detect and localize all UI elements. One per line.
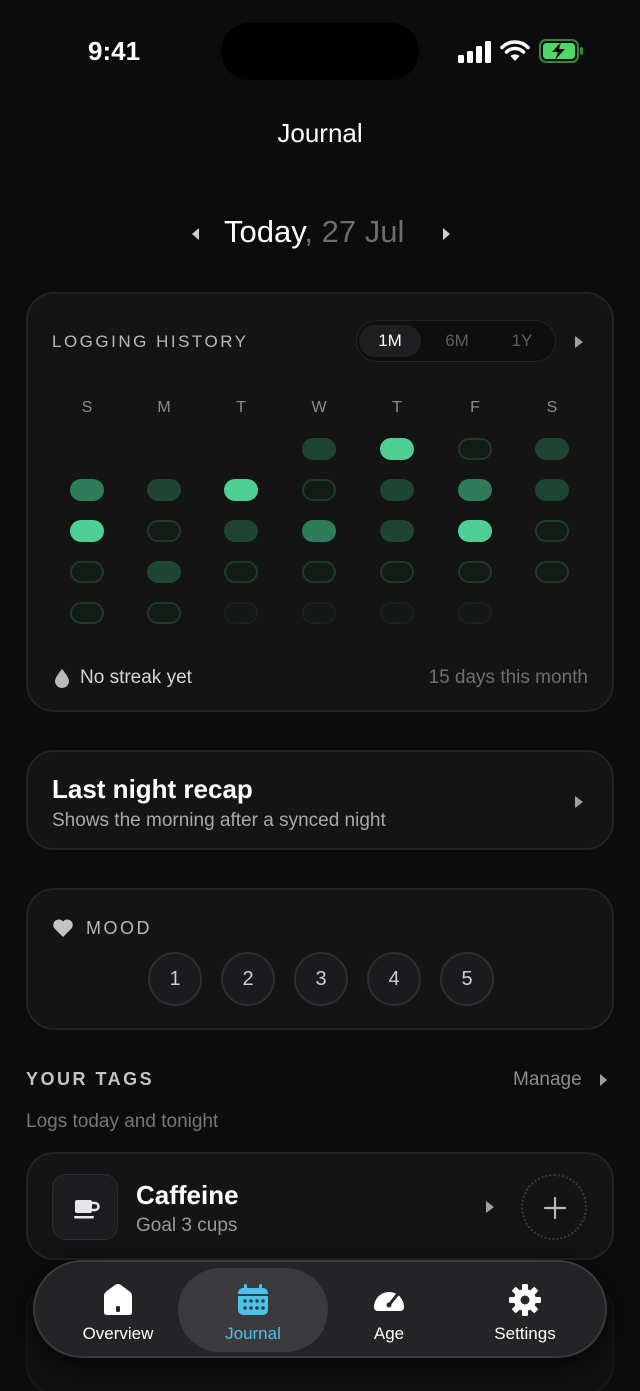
mood-option-2[interactable]: 2 (221, 952, 275, 1006)
calendar-day-cell[interactable] (147, 479, 181, 501)
streak-text: No streak yet (80, 667, 192, 688)
calendar-day-cell[interactable] (535, 479, 569, 501)
mood-option-3[interactable]: 3 (294, 952, 348, 1006)
calendar-day-cell[interactable] (147, 602, 181, 624)
mood-option-1[interactable]: 1 (148, 952, 202, 1006)
weekday-label: S (546, 399, 558, 416)
calendar-day-cell[interactable] (302, 520, 336, 542)
date-value: 27 Jul (321, 214, 405, 249)
calendar-day-cell[interactable] (302, 602, 336, 624)
last-night-recap-card[interactable]: Last night recap Shows the morning after… (26, 750, 614, 850)
calendar-day-cell[interactable] (70, 561, 104, 583)
calendar-day-cell[interactable] (302, 479, 336, 501)
previous-day-chevron-icon[interactable] (186, 224, 206, 244)
weekday-label: S (81, 399, 93, 416)
tab-settings[interactable]: Settings (450, 1268, 600, 1352)
calendar-day-cell[interactable] (302, 438, 336, 460)
calendar-day-cell[interactable] (70, 520, 104, 542)
current-date[interactable]: Today, 27 Jul (224, 214, 404, 250)
your-tags-title: YOUR TAGS (26, 1069, 155, 1089)
calendar-day-cell[interactable] (380, 561, 414, 583)
tab-label: Settings (494, 1324, 556, 1343)
mood-option-4[interactable]: 4 (367, 952, 421, 1006)
calendar-day-cell[interactable] (458, 438, 492, 460)
coffee-cup-icon (74, 1200, 100, 1219)
calendar-day-cell[interactable] (380, 602, 414, 624)
date-separator: , (304, 214, 314, 249)
range-1m-tab[interactable]: 1M (359, 325, 421, 357)
tab-label: Overview (82, 1324, 154, 1343)
home-icon (104, 1284, 132, 1315)
range-1y-tab[interactable]: 1Y (491, 325, 553, 357)
mood-card: MOOD 1 2 3 4 5 (26, 888, 614, 1030)
range-segmented-control: 1M 6M 1Y (356, 320, 556, 362)
calendar-day-cell[interactable] (380, 520, 414, 542)
calendar-day-cell[interactable] (302, 561, 336, 583)
date-navigator: Today, 27 Jul (0, 210, 640, 258)
calendar-day-cell[interactable] (458, 520, 492, 542)
recap-subtitle: Shows the morning after a synced night (52, 810, 386, 831)
gear-icon (509, 1284, 541, 1316)
bottom-tab-bar: Overview Journal Age Settings (33, 1260, 607, 1358)
gauge-icon (374, 1292, 404, 1311)
calendar-day-cell[interactable] (224, 520, 258, 542)
logging-history-card: LOGGING HISTORY 1M 6M 1Y No streak yet 1… (26, 292, 614, 712)
weekday-label: T (236, 399, 246, 416)
tag-goal: Goal 3 cups (136, 1215, 238, 1236)
weekday-label: M (157, 399, 171, 416)
heart-icon (53, 919, 73, 937)
calendar-day-cell[interactable] (70, 602, 104, 624)
weekday-label: W (311, 399, 327, 416)
calendar-day-cell[interactable] (224, 602, 258, 624)
calendar-day-cell[interactable] (224, 479, 258, 501)
tag-card-caffeine[interactable]: Caffeine Goal 3 cups (26, 1152, 614, 1260)
cellular-signal-icon (458, 41, 491, 63)
recap-title: Last night recap (52, 774, 253, 804)
mood-label: MOOD (86, 918, 152, 938)
tag-chevron-icon[interactable] (484, 1200, 496, 1214)
next-day-chevron-icon[interactable] (436, 224, 456, 244)
calendar-day-cell[interactable] (535, 438, 569, 460)
status-bar: 9:41 (0, 0, 640, 100)
calendar-day-cell[interactable] (70, 479, 104, 501)
calendar-day-cell[interactable] (458, 479, 492, 501)
page-title: Journal (277, 118, 363, 148)
tab-label: Journal (225, 1324, 281, 1343)
tab-overview[interactable]: Overview (43, 1268, 193, 1352)
manage-tags-link[interactable]: Manage (513, 1069, 582, 1091)
streak-drop-icon (55, 669, 69, 688)
calendar-day-cell[interactable] (458, 561, 492, 583)
tag-name: Caffeine (136, 1180, 239, 1210)
calendar-day-cell[interactable] (147, 520, 181, 542)
date-today-label: Today (224, 214, 305, 249)
tab-journal[interactable]: Journal (178, 1268, 328, 1352)
battery-charging-icon (539, 39, 583, 63)
calendar-day-cell[interactable] (380, 438, 414, 460)
calendar-day-cell[interactable] (535, 561, 569, 583)
history-chevron-right-icon[interactable] (572, 334, 586, 350)
add-tag-log-button[interactable] (521, 1174, 587, 1240)
mood-option-5[interactable]: 5 (440, 952, 494, 1006)
calendar-day-cell[interactable] (147, 561, 181, 583)
days-this-month: 15 days this month (428, 667, 588, 688)
wifi-icon (500, 40, 530, 61)
weekday-label: F (470, 399, 480, 416)
calendar-day-cell[interactable] (380, 479, 414, 501)
weekday-label: T (392, 399, 402, 416)
calendar-icon (238, 1284, 268, 1315)
calendar-day-cell[interactable] (458, 602, 492, 624)
tab-label: Age (373, 1324, 405, 1343)
calendar-day-cell[interactable] (535, 520, 569, 542)
manage-chevron-icon[interactable] (598, 1073, 608, 1087)
tags-subtitle: Logs today and tonight (26, 1111, 219, 1132)
range-6m-tab[interactable]: 6M (426, 325, 488, 357)
tag-icon-container (52, 1174, 118, 1240)
tab-age[interactable]: Age (314, 1268, 464, 1352)
logging-history-title: LOGGING HISTORY (52, 332, 249, 351)
calendar-day-cell[interactable] (224, 561, 258, 583)
status-time: 9:41 (88, 36, 141, 66)
dynamic-island (221, 23, 419, 80)
recap-chevron-icon (575, 796, 583, 808)
plus-icon (543, 1196, 567, 1220)
